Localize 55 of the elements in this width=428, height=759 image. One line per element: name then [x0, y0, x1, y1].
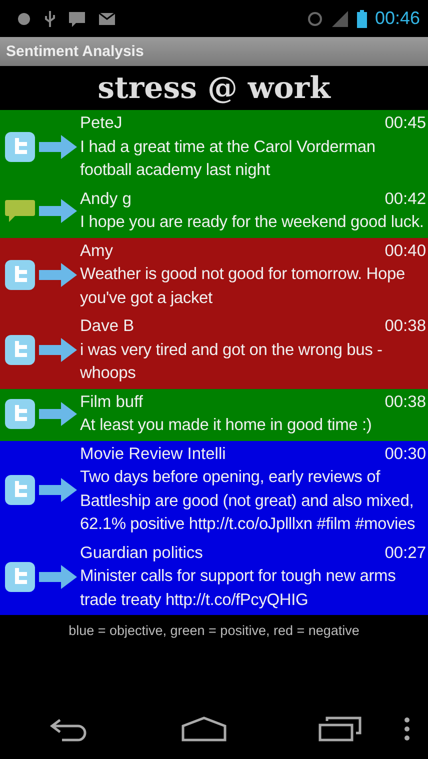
message-row[interactable]: Amy 00:40 Weather is good not good for tomorrow. Hope you've got a jacket — [0, 238, 428, 313]
message-time: 00:42 — [384, 188, 427, 210]
message-time: 00:27 — [384, 542, 427, 564]
bird-app-icon — [4, 474, 36, 506]
home-icon[interactable] — [180, 716, 227, 742]
arrow-icon — [38, 262, 78, 288]
alarm-icon — [306, 10, 323, 26]
author-name: Movie Review Intelli — [80, 444, 226, 464]
author-name: Film buff — [80, 392, 143, 412]
arrow-icon — [38, 401, 78, 427]
message-text: Weather is good not good for tomorrow. Hope you've got a jacket — [80, 264, 406, 308]
status-time: 00:46 — [374, 8, 420, 29]
bird-app-icon — [4, 131, 36, 164]
signal-icon — [330, 10, 349, 28]
message-time: 00:45 — [384, 113, 427, 134]
arrow-icon — [38, 134, 78, 160]
message-text: I had a great time at the Carol Vorderman football academy last night — [80, 136, 376, 181]
arrow-icon — [38, 476, 78, 502]
arrow-icon — [38, 198, 78, 224]
recent-apps-icon[interactable] — [318, 716, 362, 742]
message-time: 00:40 — [384, 240, 427, 262]
message-time: 00:38 — [384, 316, 427, 337]
message-text: Two days before opening, early reviews of Battleship are good (not great) and also mixed, 62.1% positive http://t.co/oJplllxn #film #movies — [80, 467, 416, 535]
legend-text: blue = objective, green = positive, red = negative — [68, 623, 360, 638]
message-row[interactable]: Movie Review Intelli 00:30 Two days before opening, early reviews of Battleship are good (not great) and also mixed, 62.1% positive http://t.co/oJplllxn #film #movies — [0, 440, 428, 540]
message-row[interactable]: Andy g 00:42 I hope you are ready for the weekend good luck. — [0, 186, 428, 238]
author-name: Guardian politics — [80, 542, 203, 564]
message-text: At least you made it home in good time :) — [80, 415, 373, 436]
speech-bubble-icon — [4, 199, 36, 223]
bird-app-icon — [4, 398, 36, 430]
message-time: 00:30 — [384, 444, 427, 464]
header-title: stress @ work — [98, 70, 330, 106]
menu-icon[interactable] — [404, 717, 410, 741]
message-row[interactable]: PeteJ 00:45 I had a great time at the Carol Vorderman football academy last night — [0, 110, 428, 186]
author-name: Andy g — [80, 188, 132, 210]
message-text: I hope you are ready for the weekend good luck. — [80, 212, 425, 233]
message-text: i was very tired and got on the wrong bus - whoops — [80, 340, 384, 384]
author-name: PeteJ — [80, 113, 122, 134]
battery-icon — [356, 10, 367, 28]
bird-app-icon — [4, 334, 36, 366]
author-name: Dave B — [80, 316, 134, 337]
message-text: Minister calls for support for tough new arms trade treaty http://t.co/fPcyQHIG — [80, 566, 397, 610]
bird-app-icon — [4, 258, 36, 291]
message-time: 00:38 — [384, 392, 427, 412]
arrow-icon — [38, 564, 78, 590]
arrow-icon — [38, 337, 78, 364]
usb-icon — [44, 10, 56, 28]
bird-app-icon — [4, 560, 36, 593]
chat-icon — [68, 10, 86, 26]
message-row[interactable]: Film buff 00:38 At least you made it home in good time :) — [0, 388, 428, 440]
mail-icon — [98, 12, 116, 26]
app-title: Sentiment Analysis — [6, 43, 144, 60]
message-row[interactable]: Guardian politics 00:27 Minister calls for support for tough new arms trade treaty http://t.co/fPcyQHIG — [0, 540, 428, 615]
author-name: Amy — [80, 240, 113, 262]
message-row[interactable]: Dave B 00:38 i was very tired and got on the wrong bus - whoops — [0, 313, 428, 388]
